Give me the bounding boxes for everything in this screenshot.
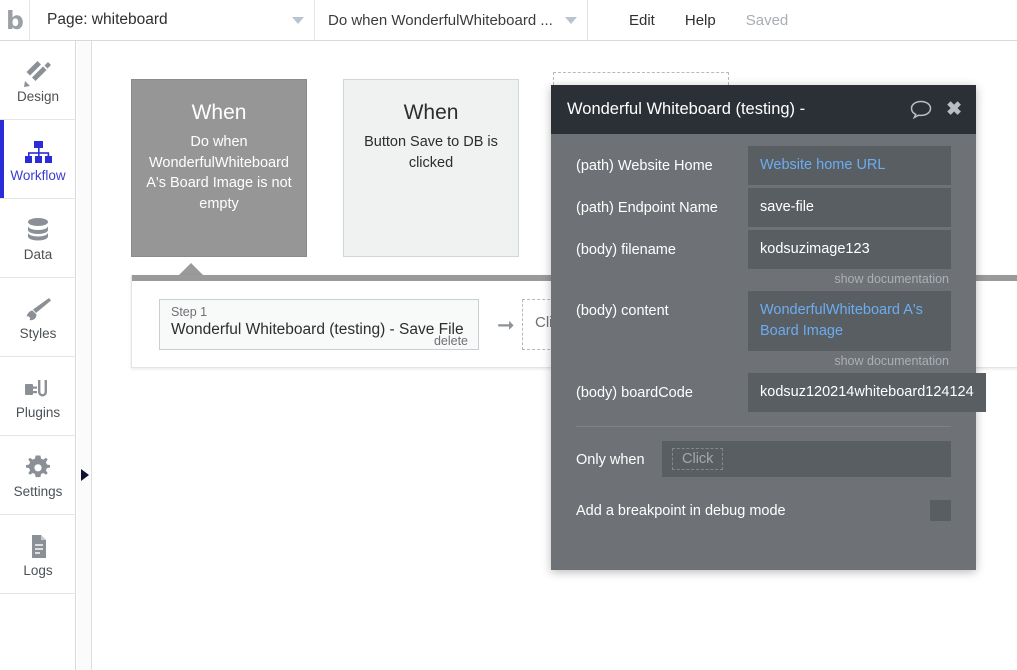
field-value-filename[interactable]: kodsuzimage123 bbox=[748, 230, 951, 270]
page-selector[interactable]: Page: whiteboard bbox=[30, 0, 315, 40]
only-when-label: Only when bbox=[576, 452, 645, 469]
field-label: (body) boardCode bbox=[576, 385, 693, 402]
step-card[interactable]: Step 1 Wonderful Whiteboard (testing) - … bbox=[159, 299, 479, 350]
left-sidebar: Design Workflow Data Styles Plugins Sett… bbox=[0, 41, 76, 670]
sidebar-item-styles[interactable]: Styles bbox=[0, 278, 76, 357]
database-icon bbox=[23, 215, 53, 245]
plug-icon bbox=[23, 373, 53, 403]
chevron-down-icon bbox=[292, 16, 304, 24]
design-icon bbox=[23, 57, 53, 87]
step-title: Wonderful Whiteboard (testing) - Save Fi… bbox=[171, 321, 464, 339]
expand-right-icon bbox=[81, 469, 89, 481]
breakpoint-checkbox[interactable] bbox=[930, 500, 951, 522]
sidebar-item-settings[interactable]: Settings bbox=[0, 436, 76, 515]
field-row-boardcode: (body) boardCode kodsuz120214whiteboard1… bbox=[576, 373, 986, 413]
workflow-icon bbox=[23, 136, 53, 166]
event-description: Do when WonderfulWhiteboard A's Board Im… bbox=[146, 134, 292, 212]
field-label: (path) Endpoint Name bbox=[576, 200, 718, 217]
step-number: Step 1 bbox=[171, 305, 208, 319]
field-row-website-home: (path) Website Home Website home URL bbox=[576, 146, 951, 186]
sidebar-item-label: Styles bbox=[19, 325, 57, 341]
sidebar-item-label: Workflow bbox=[10, 167, 66, 183]
dialog-header: Wonderful Whiteboard (testing) - ✖ bbox=[551, 85, 976, 134]
only-when-row: Only when Click bbox=[576, 441, 951, 478]
menu-item-help[interactable]: Help bbox=[670, 12, 731, 29]
chevron-down-icon bbox=[565, 16, 577, 24]
sidebar-item-workflow[interactable]: Workflow bbox=[0, 120, 76, 199]
field-label: (body) filename bbox=[576, 242, 676, 259]
sidebar-item-logs[interactable]: Logs bbox=[0, 515, 76, 594]
page-selector-label: Page: whiteboard bbox=[47, 11, 168, 28]
comment-bubble-icon[interactable] bbox=[910, 100, 932, 119]
sidebar-item-design[interactable]: Design bbox=[0, 41, 76, 120]
event-card[interactable]: When Button Save to DB is clicked bbox=[343, 79, 519, 257]
top-menu: Edit Help Saved bbox=[588, 12, 803, 29]
show-documentation-link[interactable]: show documentation bbox=[576, 354, 951, 368]
sidebar-item-plugins[interactable]: Plugins bbox=[0, 357, 76, 436]
show-documentation-link[interactable]: show documentation bbox=[576, 272, 951, 286]
field-value-endpoint-name[interactable]: save-file bbox=[748, 188, 951, 228]
sidebar-collapse-strip[interactable] bbox=[77, 41, 92, 670]
action-properties-dialog: Wonderful Whiteboard (testing) - ✖ (path… bbox=[551, 85, 986, 570]
event-when-label: When bbox=[403, 101, 459, 124]
gear-icon bbox=[23, 452, 53, 482]
field-value-website-home[interactable]: Website home URL bbox=[748, 146, 951, 186]
event-card-selected[interactable]: When Do when WonderfulWhiteboard A's Boa… bbox=[131, 79, 307, 257]
close-icon[interactable]: ✖ bbox=[946, 100, 962, 119]
field-row-filename: (body) filename kodsuzimage123 bbox=[576, 230, 951, 270]
save-status: Saved bbox=[745, 11, 789, 29]
b-logo-icon: b bbox=[6, 5, 24, 35]
sidebar-item-label: Design bbox=[16, 88, 60, 104]
only-when-placeholder: Click bbox=[672, 448, 724, 471]
dialog-body: (path) Website Home Website home URL (pa… bbox=[551, 134, 986, 522]
workflow-selector-label: Do when WonderfulWhiteboard ... bbox=[328, 11, 553, 29]
sidebar-item-label: Settings bbox=[13, 483, 63, 499]
arrow-right-icon: ➞ bbox=[497, 314, 515, 337]
sidebar-item-label: Logs bbox=[23, 562, 53, 578]
field-value-content[interactable]: WonderfulWhiteboard A's Board Image bbox=[748, 291, 951, 352]
dialog-divider bbox=[576, 426, 951, 428]
workflow-selector[interactable]: Do when WonderfulWhiteboard ... bbox=[315, 0, 588, 40]
sidebar-item-label: Data bbox=[23, 246, 53, 262]
dialog-title: Wonderful Whiteboard (testing) - bbox=[567, 100, 806, 118]
brush-icon bbox=[23, 294, 53, 324]
field-label: (body) content bbox=[576, 303, 669, 320]
step-delete-link[interactable]: delete bbox=[434, 334, 468, 348]
sidebar-item-data[interactable]: Data bbox=[0, 199, 76, 278]
field-label: (path) Website Home bbox=[576, 158, 713, 174]
field-row-endpoint-name: (path) Endpoint Name save-file bbox=[576, 188, 951, 228]
document-icon bbox=[23, 531, 53, 561]
breakpoint-row: Add a breakpoint in debug mode bbox=[576, 500, 951, 522]
field-row-content: (body) content WonderfulWhiteboard A's B… bbox=[576, 291, 951, 352]
sidebar-item-label: Plugins bbox=[15, 404, 61, 420]
only-when-field[interactable]: Click bbox=[662, 441, 951, 478]
app-logo[interactable]: b bbox=[0, 0, 30, 40]
breakpoint-label: Add a breakpoint in debug mode bbox=[576, 502, 786, 519]
top-bar: b Page: whiteboard Do when WonderfulWhit… bbox=[0, 0, 1017, 41]
menu-item-edit[interactable]: Edit bbox=[614, 12, 670, 29]
field-value-boardcode[interactable]: kodsuz120214whiteboard124124 bbox=[748, 373, 986, 413]
event-description: Button Save to DB is clicked bbox=[364, 134, 498, 171]
event-when-label: When bbox=[191, 101, 247, 124]
